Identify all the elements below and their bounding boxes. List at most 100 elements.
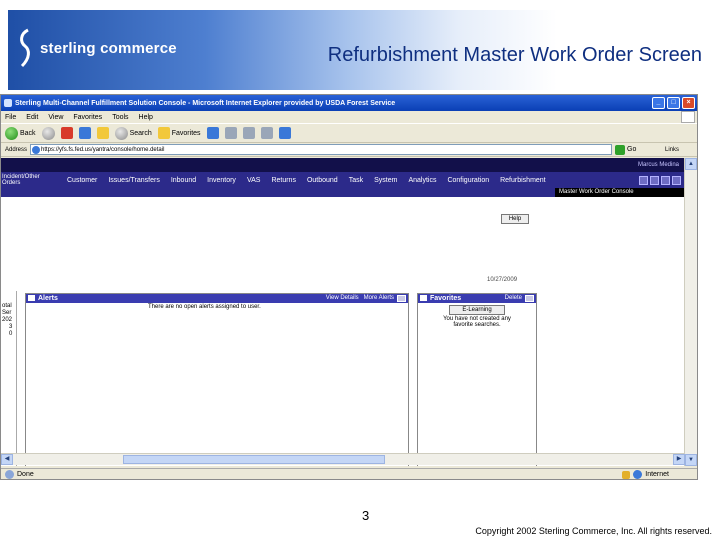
favorites-label: Favorites bbox=[171, 129, 201, 137]
left-summary-strip: otal Ser 202 3 0 bbox=[1, 291, 17, 466]
maximize-button[interactable]: □ bbox=[667, 97, 680, 109]
slide-copyright: Copyright 2002 Sterling Commerce, Inc. A… bbox=[475, 526, 712, 536]
sterling-s-icon bbox=[18, 28, 32, 68]
more-alerts-link[interactable]: More Alerts bbox=[364, 294, 394, 303]
menu-tools[interactable]: Tools bbox=[112, 114, 128, 121]
favorites-panel-header: Favorites Delete bbox=[418, 294, 536, 303]
current-date: 10/27/2009 bbox=[487, 277, 518, 283]
nav-returns[interactable]: Returns bbox=[271, 177, 296, 184]
scroll-down-icon[interactable]: ▼ bbox=[685, 454, 697, 466]
settings-icon[interactable] bbox=[650, 175, 659, 185]
search-button[interactable]: Search bbox=[114, 126, 152, 140]
subnav-master-work-order-console[interactable]: Master Work Order Console bbox=[555, 188, 685, 197]
browser-toolbar: Back Search Favorites bbox=[1, 123, 697, 143]
back-button[interactable]: Back bbox=[5, 126, 36, 140]
minimize-button[interactable]: _ bbox=[652, 97, 665, 109]
delete-link[interactable]: Delete bbox=[505, 294, 522, 303]
address-value: https://yfs.fs.fed.us/yantra/console/hom… bbox=[41, 147, 165, 153]
user-name: Marcus Medina bbox=[637, 162, 679, 168]
alerts-panel: Alerts View Details More Alerts There ar… bbox=[25, 293, 409, 466]
nav-inbound[interactable]: Inbound bbox=[171, 177, 196, 184]
nav-vas[interactable]: VAS bbox=[247, 177, 261, 184]
search-icon bbox=[114, 126, 128, 140]
go-button[interactable]: Go bbox=[615, 144, 637, 155]
horizontal-scrollbar[interactable]: ◀ ▶ bbox=[1, 453, 685, 465]
panel-checkbox-icon bbox=[420, 295, 427, 301]
panel-checkbox-icon bbox=[28, 295, 35, 301]
nav-refurbishment[interactable]: Refurbishment bbox=[500, 177, 546, 184]
menu-bar: File Edit View Favorites Tools Help bbox=[1, 111, 697, 123]
stop-button[interactable] bbox=[60, 127, 73, 139]
forward-button[interactable] bbox=[41, 126, 55, 140]
alerts-title: Alerts bbox=[38, 295, 58, 302]
minimize-panel-icon[interactable] bbox=[525, 295, 534, 302]
status-text: Done bbox=[17, 471, 34, 478]
menu-favorites[interactable]: Favorites bbox=[73, 114, 102, 121]
status-bar: Done Internet bbox=[1, 468, 697, 479]
help-icon[interactable] bbox=[661, 175, 670, 185]
internet-zone-icon bbox=[633, 470, 643, 479]
done-page-icon bbox=[5, 470, 14, 479]
menu-file[interactable]: File bbox=[5, 114, 16, 121]
home-icon[interactable] bbox=[639, 175, 648, 185]
view-details-link[interactable]: View Details bbox=[326, 294, 359, 303]
close-button[interactable]: × bbox=[682, 97, 695, 109]
search-label: Search bbox=[129, 129, 152, 137]
nav-issues-transfers[interactable]: Issues/Transfers bbox=[108, 177, 159, 184]
nav-inventory[interactable]: Inventory bbox=[207, 177, 236, 184]
logout-icon[interactable] bbox=[672, 175, 681, 185]
web-page: Marcus Medina Incident/Other Orders Cust… bbox=[1, 158, 685, 466]
alerts-panel-header: Alerts View Details More Alerts bbox=[26, 294, 408, 303]
print-button[interactable] bbox=[242, 127, 255, 139]
links-button[interactable]: Links bbox=[665, 147, 679, 153]
home-button[interactable] bbox=[96, 127, 109, 139]
scroll-thumb[interactable] bbox=[123, 455, 385, 464]
left-strip-text: 202 bbox=[2, 317, 13, 323]
mail-button[interactable] bbox=[224, 127, 237, 139]
help-button[interactable]: Help bbox=[501, 214, 529, 224]
scroll-up-icon[interactable]: ▲ bbox=[685, 158, 697, 170]
lock-icon bbox=[622, 470, 631, 479]
menu-edit[interactable]: Edit bbox=[26, 114, 38, 121]
window-title: Sterling Multi-Channel Fulfillment Solut… bbox=[15, 99, 396, 107]
vertical-scrollbar[interactable]: ▲ ▼ bbox=[684, 158, 697, 466]
history-button[interactable] bbox=[206, 127, 219, 139]
left-strip-text: 0 bbox=[9, 331, 13, 337]
nav-incident-orders[interactable]: Incident/Other Orders bbox=[2, 174, 56, 186]
nav-configuration[interactable]: Configuration bbox=[447, 177, 489, 184]
logo-text: sterling commerce bbox=[40, 39, 177, 57]
nav-system[interactable]: System bbox=[374, 177, 397, 184]
nav-customer[interactable]: Customer bbox=[67, 177, 97, 184]
alerts-message: There are no open alerts assigned to use… bbox=[148, 304, 261, 310]
minimize-panel-icon[interactable] bbox=[397, 295, 406, 302]
menu-view[interactable]: View bbox=[48, 114, 63, 121]
left-strip-text: 3 bbox=[9, 324, 13, 330]
menu-help[interactable]: Help bbox=[139, 114, 153, 121]
messenger-button[interactable] bbox=[278, 127, 291, 139]
main-nav: Incident/Other Orders Customer Issues/Tr… bbox=[1, 172, 685, 188]
scroll-right-icon[interactable]: ▶ bbox=[673, 454, 685, 465]
favorites-button[interactable]: Favorites bbox=[157, 127, 201, 139]
address-label: Address bbox=[5, 146, 28, 153]
windows-flag-icon bbox=[681, 111, 695, 123]
favorites-panel: Favorites Delete E-Learning You have not… bbox=[417, 293, 537, 466]
slide-page-number: 3 bbox=[362, 508, 370, 523]
favorites-title: Favorites bbox=[430, 295, 462, 302]
go-label: Go bbox=[627, 146, 637, 153]
nav-outbound[interactable]: Outbound bbox=[307, 177, 338, 184]
edit-button[interactable] bbox=[260, 127, 273, 139]
slide-title: Refurbishment Master Work Order Screen bbox=[327, 44, 702, 66]
scroll-left-icon[interactable]: ◀ bbox=[1, 454, 13, 465]
nav-task[interactable]: Task bbox=[349, 177, 363, 184]
ie-icon bbox=[4, 99, 12, 107]
nav-analytics[interactable]: Analytics bbox=[408, 177, 436, 184]
sub-nav: Master Work Order Console bbox=[1, 188, 685, 197]
address-input[interactable]: https://yfs.fs.fed.us/yantra/console/hom… bbox=[30, 144, 613, 155]
go-arrow-icon bbox=[615, 144, 626, 155]
user-bar: Marcus Medina bbox=[1, 158, 685, 172]
zone-text: Internet bbox=[645, 471, 669, 478]
e-learning-button[interactable]: E-Learning bbox=[449, 305, 505, 315]
refresh-button[interactable] bbox=[78, 127, 91, 139]
back-label: Back bbox=[20, 129, 36, 137]
back-arrow-icon bbox=[5, 126, 18, 140]
